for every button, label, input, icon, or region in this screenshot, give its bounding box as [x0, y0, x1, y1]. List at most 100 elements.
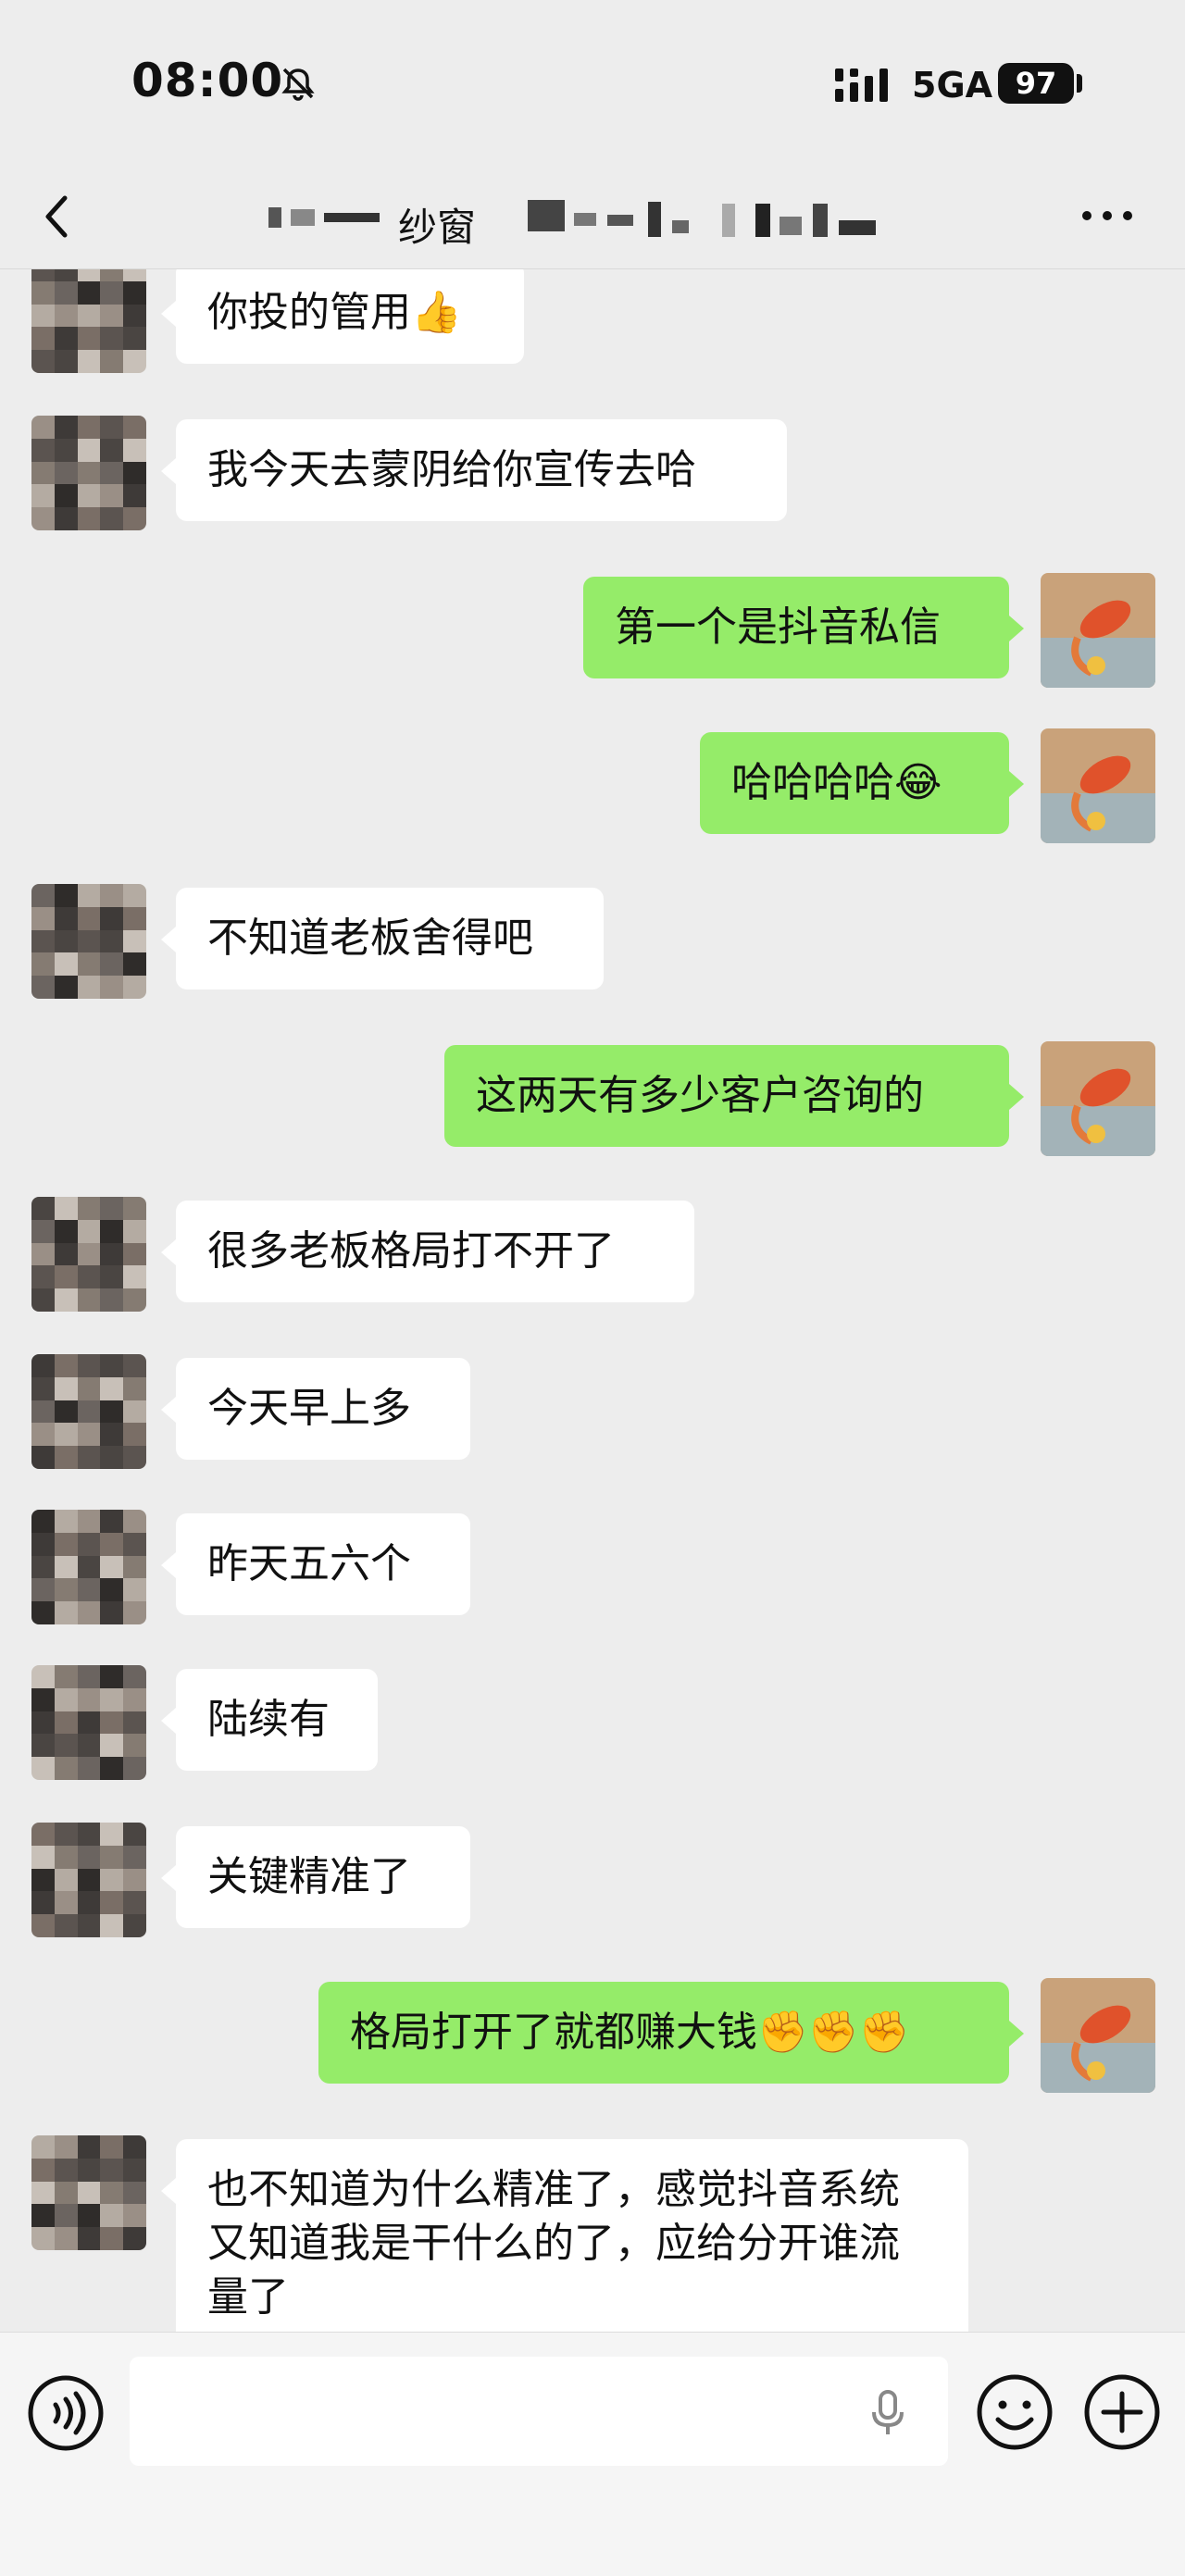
contact-avatar[interactable]: [31, 269, 146, 373]
my-avatar[interactable]: [1041, 1041, 1155, 1156]
more-dots-icon[interactable]: [1079, 209, 1135, 222]
mosaic-tile: [77, 1197, 101, 1220]
mosaic-tile: [31, 1242, 55, 1266]
mosaic-tile: [77, 1400, 101, 1424]
message-bubble[interactable]: 格局打开了就都赚大钱✊✊✊: [318, 1982, 1024, 2084]
message-bubble[interactable]: 关键精准了: [161, 1826, 470, 1928]
input-bar: [0, 2332, 1185, 2576]
mosaic-tile: [54, 976, 78, 999]
mosaic-tile: [100, 1354, 124, 1377]
mosaic-tile: [100, 1734, 124, 1758]
mosaic-tile: [31, 1823, 55, 1846]
mosaic-tile: [54, 1711, 78, 1735]
mosaic-tile: [31, 2158, 55, 2182]
mosaic-tile: [123, 1219, 146, 1243]
mosaic-tile: [77, 327, 101, 351]
contact-avatar[interactable]: [31, 416, 146, 530]
voice-icon[interactable]: [24, 2371, 107, 2455]
network-type: 5GA: [912, 65, 993, 106]
message-bubble[interactable]: 也不知道为什么精准了，感觉抖音系统又知道我是干什么的了，应给分开谁流量了: [161, 2139, 968, 2332]
message-bubble[interactable]: 很多老板格局打不开了: [161, 1201, 694, 1302]
my-avatar[interactable]: [1041, 1978, 1155, 2093]
mosaic-tile: [100, 1845, 124, 1869]
mosaic-tile: [77, 2204, 101, 2228]
my-avatar[interactable]: [1041, 728, 1155, 843]
mosaic-tile: [54, 1510, 78, 1533]
mosaic-tile: [123, 2227, 146, 2250]
contact-avatar[interactable]: [31, 884, 146, 999]
mosaic-tile: [100, 280, 124, 305]
message-bubble[interactable]: 昨天五六个: [161, 1513, 470, 1615]
mosaic-tile: [54, 1242, 78, 1266]
back-chevron-icon[interactable]: [37, 191, 81, 243]
mosaic-tile: [100, 976, 124, 999]
emoji-icon[interactable]: [974, 2371, 1055, 2453]
message-input[interactable]: [130, 2357, 948, 2466]
mosaic-tile: [123, 906, 146, 930]
contact-avatar[interactable]: [31, 1354, 146, 1469]
mosaic-tile: [77, 416, 101, 439]
mosaic-tile: [31, 327, 55, 351]
contact-avatar[interactable]: [31, 1197, 146, 1312]
redaction-block: [528, 200, 565, 231]
chat-title-text: 纱窗: [398, 205, 477, 250]
mosaic-tile: [100, 1891, 124, 1915]
mosaic-tile: [77, 1734, 101, 1758]
mosaic-tile: [123, 2158, 146, 2182]
message-bubble[interactable]: 今天早上多: [161, 1358, 470, 1460]
mosaic-tile: [77, 438, 101, 462]
mosaic-tile: [77, 1578, 101, 1602]
mosaic-tile: [31, 269, 55, 281]
mosaic-tile: [77, 976, 101, 999]
mosaic-tile: [54, 1757, 78, 1780]
mosaic-tile: [100, 1601, 124, 1624]
mosaic-tile: [77, 1265, 101, 1289]
message-bubble[interactable]: 我今天去蒙阴给你宣传去哈: [161, 419, 787, 521]
mosaic-tile: [123, 884, 146, 907]
mosaic-tile: [31, 952, 55, 977]
mosaic-tile: [100, 461, 124, 485]
my-avatar[interactable]: [1041, 573, 1155, 688]
mosaic-tile: [54, 1288, 78, 1312]
mosaic-tile: [77, 1914, 101, 1937]
mic-icon[interactable]: [868, 2388, 907, 2438]
mosaic-tile: [77, 1868, 101, 1892]
mosaic-tile: [100, 1423, 124, 1447]
mosaic-tile: [123, 1601, 146, 1624]
mosaic-tile: [31, 1578, 55, 1602]
plus-icon[interactable]: [1081, 2371, 1163, 2453]
mosaic-tile: [54, 1891, 78, 1915]
mosaic-tile: [100, 1555, 124, 1579]
mosaic-tile: [54, 1265, 78, 1289]
mosaic-tile: [31, 2227, 55, 2250]
mosaic-tile: [123, 1376, 146, 1400]
contact-avatar[interactable]: [31, 1665, 146, 1780]
mosaic-tile: [31, 304, 55, 328]
mosaic-tile: [54, 1376, 78, 1400]
message-list[interactable]: 你投的管用👍 我今天去蒙阴给你宣传去哈 第一个是抖音私信 哈哈哈哈😂 不知道老板…: [0, 269, 1185, 2332]
message-bubble[interactable]: 不知道老板舍得吧: [161, 888, 604, 989]
mosaic-tile: [123, 1734, 146, 1758]
mosaic-tile: [123, 1823, 146, 1846]
message-bubble[interactable]: 陆续有: [161, 1669, 378, 1771]
contact-avatar[interactable]: [31, 1823, 146, 1937]
battery-level: 97: [998, 63, 1074, 104]
mosaic-tile: [100, 2135, 124, 2159]
message-bubble[interactable]: 这两天有多少客户咨询的: [444, 1045, 1024, 1147]
mosaic-tile: [77, 461, 101, 485]
redaction-block: [813, 204, 828, 237]
contact-avatar[interactable]: [31, 2135, 146, 2250]
mosaic-tile: [54, 1665, 78, 1688]
mosaic-tile: [54, 1823, 78, 1846]
mosaic-tile: [31, 1914, 55, 1937]
mosaic-tile: [54, 906, 78, 930]
mosaic-tile: [123, 1510, 146, 1533]
mosaic-tile: [123, 2181, 146, 2205]
mosaic-tile: [77, 906, 101, 930]
mosaic-tile: [31, 1532, 55, 1556]
message-bubble[interactable]: 第一个是抖音私信: [583, 577, 1024, 678]
contact-avatar[interactable]: [31, 1510, 146, 1624]
mosaic-tile: [31, 1376, 55, 1400]
message-bubble[interactable]: 哈哈哈哈😂: [700, 732, 1024, 834]
message-bubble[interactable]: 你投的管用👍: [161, 269, 524, 364]
